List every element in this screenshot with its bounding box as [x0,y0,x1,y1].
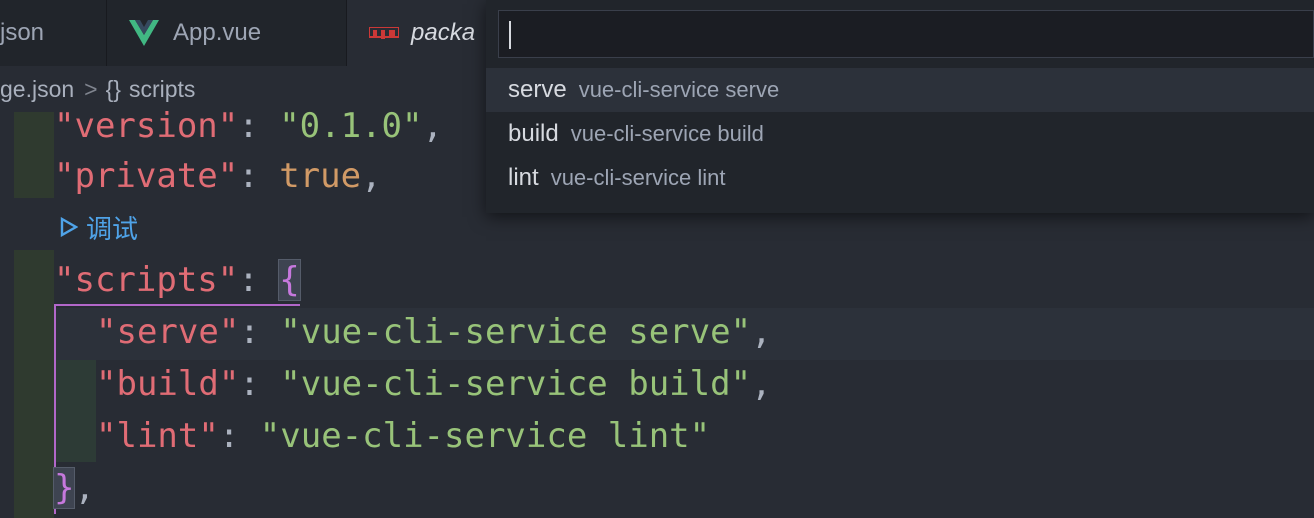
npm-icon [369,27,399,39]
matching-bracket: { [278,259,301,301]
quick-pick-dropdown: serve vue-cli-service serve build vue-cl… [486,0,1314,213]
breadcrumb-file[interactable]: ge.json [0,76,74,103]
indent-guide [14,250,54,518]
code-line: }, [52,467,95,509]
code-line: "build": "vue-cli-service build", [96,364,772,404]
play-icon [60,217,78,237]
breadcrumb-symbol[interactable]: scripts [129,76,195,103]
indent-guide [14,112,54,198]
tab-label: App.vue [173,19,262,46]
chevron-right-icon: > [84,75,98,102]
quick-pick-item-lint[interactable]: lint vue-cli-service lint [486,156,1314,200]
tab-package-json-partial[interactable]: json [0,0,107,66]
quick-pick-item-build[interactable]: build vue-cli-service build [486,112,1314,156]
quick-pick-list: serve vue-cli-service serve build vue-cl… [486,68,1314,200]
tab-package-json[interactable]: packa [347,0,507,66]
code-line: "private": true, [54,156,382,196]
code-line: "scripts": { [54,259,301,301]
quick-pick-input[interactable] [498,10,1314,58]
object-symbol-icon: {} [105,75,121,102]
code-line: "serve": "vue-cli-service serve", [96,312,772,352]
code-line: "lint": "vue-cli-service lint" [96,416,711,456]
matching-bracket: } [52,467,76,509]
tab-label: packa [411,19,476,46]
code-line: "version": "0.1.0", [54,106,443,146]
tab-app-vue[interactable]: App.vue [107,0,347,66]
quick-pick-item-serve[interactable]: serve vue-cli-service serve [486,68,1314,112]
codelens-label: 调试 [86,213,139,244]
tab-label: json [0,19,45,46]
vue-icon [129,20,159,46]
text-caret [509,21,511,49]
codelens-debug[interactable]: 调试 [60,207,138,247]
